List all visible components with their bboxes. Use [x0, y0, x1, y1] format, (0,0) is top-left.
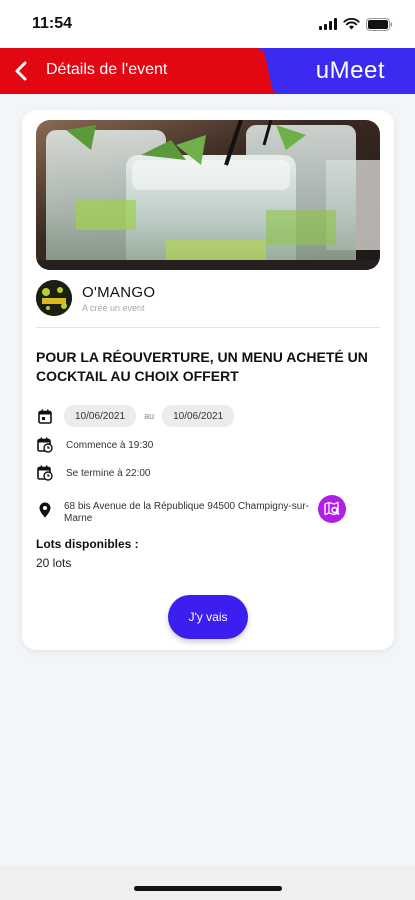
status-time: 11:54: [32, 15, 73, 32]
app-header: Détails de l'event uMeet: [0, 48, 415, 94]
end-time-row: Se termine à 22:00: [36, 464, 151, 482]
date-start-chip[interactable]: 10/06/2021: [64, 405, 137, 427]
end-time-text: Se termine à 22:00: [66, 467, 151, 479]
lots-label: Lots disponibles :: [36, 537, 139, 551]
organizer-name: O'MANGO: [82, 283, 156, 301]
bottom-bar: [0, 866, 415, 900]
event-card: O'MANGO A créé un event POUR LA RÉOUVERT…: [22, 110, 394, 650]
open-map-button[interactable]: [318, 495, 346, 523]
date-separator: au: [144, 411, 155, 421]
date-end-chip[interactable]: 10/06/2021: [162, 405, 235, 427]
calendar-clock-icon: [36, 436, 54, 454]
event-image: [36, 120, 380, 270]
calendar-icon: [36, 407, 54, 425]
map-search-icon: [324, 501, 340, 516]
wifi-icon: [343, 18, 360, 30]
back-button[interactable]: [6, 55, 36, 87]
back-arrow-icon: [15, 61, 27, 81]
status-icons: [319, 17, 393, 31]
address-text: 68 bis Avenue de la République 94500 Cha…: [64, 501, 309, 524]
event-title: POUR LA RÉOUVERTURE, UN MENU ACHETÉ UN C…: [36, 349, 368, 384]
umeet-logo: uMeet: [315, 57, 385, 84]
status-bar: 11:54: [0, 0, 415, 48]
address-row: [36, 501, 54, 519]
divider: [36, 327, 380, 328]
lots-value: 20 lots: [36, 556, 72, 570]
location-pin-icon: [36, 501, 54, 519]
page-title: Détails de l'event: [46, 61, 168, 78]
signal-icon: [319, 18, 337, 30]
home-indicator[interactable]: [134, 886, 282, 891]
organizer-row[interactable]: O'MANGO A créé un event: [36, 280, 155, 316]
organizer-subtitle: A créé un event: [82, 302, 145, 313]
start-time-row: Commence à 19:30: [36, 436, 153, 454]
battery-icon: [366, 17, 393, 31]
organizer-avatar: [36, 280, 72, 316]
join-event-button[interactable]: J'y vais: [168, 595, 248, 639]
date-row: 10/06/2021 au 10/06/2021: [36, 405, 235, 427]
start-time-text: Commence à 19:30: [66, 439, 154, 451]
calendar-clock-icon: [36, 464, 54, 482]
